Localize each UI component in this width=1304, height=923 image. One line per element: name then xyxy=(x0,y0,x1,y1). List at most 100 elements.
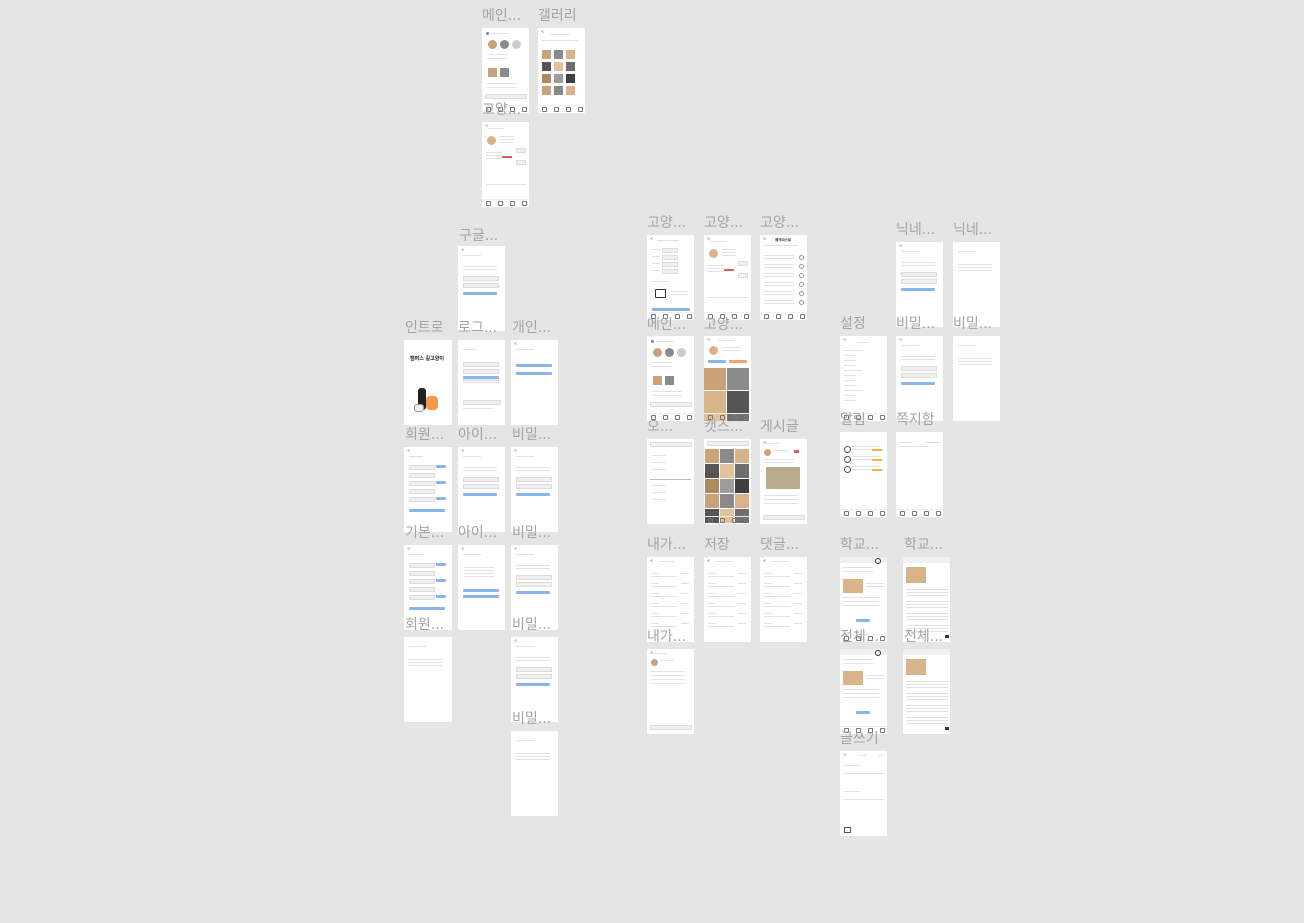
mobile-frame-intro[interactable]: 캠퍼스 길고양이 xyxy=(404,340,452,425)
user-icon[interactable] xyxy=(687,313,692,319)
search-input[interactable] xyxy=(707,441,749,446)
check-toggle[interactable] xyxy=(799,291,804,296)
mobile-frame-mylist[interactable]: < xyxy=(760,557,807,642)
mobile-frame-comment[interactable]: < xyxy=(647,649,694,734)
user-icon[interactable] xyxy=(936,510,941,516)
back-icon[interactable]: < xyxy=(407,547,410,551)
user-icon[interactable] xyxy=(880,635,885,641)
submit-button[interactable] xyxy=(463,376,499,379)
submit-button[interactable] xyxy=(436,563,446,566)
input-field[interactable] xyxy=(409,473,435,478)
mobile-frame-checklist[interactable]: < 체크리스트 xyxy=(760,235,807,320)
user-icon[interactable] xyxy=(522,200,527,206)
back-icon[interactable]: < xyxy=(407,449,410,453)
user-icon[interactable] xyxy=(744,313,749,319)
mobile-frame-catsgallery[interactable] xyxy=(704,439,751,524)
input-field[interactable] xyxy=(662,248,678,253)
submit-button[interactable] xyxy=(708,360,726,363)
mobile-frame-form[interactable]: < xyxy=(896,242,943,327)
mobile-frame-form[interactable]: < xyxy=(458,447,505,532)
home-icon[interactable] xyxy=(764,313,769,319)
heart-icon[interactable] xyxy=(502,156,512,158)
back-icon[interactable]: < xyxy=(899,338,902,342)
input-field[interactable] xyxy=(516,582,552,587)
bell-icon[interactable] xyxy=(566,106,571,112)
input-field[interactable] xyxy=(662,255,678,260)
mobile-frame-form[interactable]: < xyxy=(896,336,943,421)
cat-avatar[interactable] xyxy=(488,40,497,49)
bell-icon[interactable] xyxy=(732,517,737,523)
mobile-frame-signup[interactable]: < xyxy=(404,447,452,532)
home-icon[interactable] xyxy=(844,510,849,516)
mobile-frame-catdetail[interactable]: < xyxy=(704,336,751,421)
mobile-frame-main[interactable] xyxy=(482,28,529,113)
cat-photo[interactable] xyxy=(653,376,662,385)
mobile-frame-textonly[interactable] xyxy=(404,637,452,722)
gallery-icon[interactable] xyxy=(856,510,861,516)
input-field[interactable] xyxy=(662,269,678,274)
input-field[interactable] xyxy=(409,563,435,568)
cat-avatar[interactable] xyxy=(665,348,674,357)
back-icon[interactable]: < xyxy=(461,449,464,453)
bell-icon[interactable] xyxy=(510,200,515,206)
input-field[interactable] xyxy=(409,571,435,576)
gallery-icon[interactable] xyxy=(776,313,781,319)
search-input[interactable] xyxy=(650,442,692,447)
back-icon[interactable]: < xyxy=(461,547,464,551)
submit-button[interactable] xyxy=(516,591,550,594)
submit-button[interactable] xyxy=(516,683,550,686)
mobile-frame-textonly[interactable] xyxy=(511,731,558,816)
submit-button[interactable] xyxy=(463,292,497,295)
input-field[interactable] xyxy=(901,279,937,284)
submit-button[interactable] xyxy=(463,595,499,598)
mobile-frame-form[interactable]: < xyxy=(511,637,558,722)
cat-photo[interactable] xyxy=(705,479,719,493)
cat-photo[interactable] xyxy=(727,391,749,413)
user-icon[interactable] xyxy=(578,106,583,112)
input-field[interactable] xyxy=(409,465,435,470)
input-field[interactable] xyxy=(516,575,552,580)
input-field[interactable] xyxy=(463,484,499,489)
gallery-icon[interactable] xyxy=(554,106,559,112)
submit-button[interactable] xyxy=(463,589,499,592)
cat-photo[interactable] xyxy=(554,62,563,71)
heart-icon[interactable] xyxy=(724,269,734,271)
submit-button[interactable] xyxy=(436,481,446,484)
cat-photo[interactable] xyxy=(542,86,551,95)
bell-icon[interactable] xyxy=(868,510,873,516)
cat-photo[interactable] xyxy=(720,464,734,478)
back-icon[interactable]: < xyxy=(514,547,517,551)
submit-button[interactable] xyxy=(901,288,935,291)
input-field[interactable] xyxy=(662,262,678,267)
user-icon[interactable] xyxy=(880,510,885,516)
input-field[interactable] xyxy=(409,489,435,494)
mobile-frame-settings[interactable]: < xyxy=(840,336,887,421)
input-field[interactable] xyxy=(409,497,435,502)
submit-button[interactable] xyxy=(436,579,446,582)
back-icon[interactable]: < xyxy=(707,338,710,342)
mobile-frame-textonly[interactable] xyxy=(953,336,1000,421)
mobile-frame-catinfo[interactable]: < xyxy=(482,122,529,207)
mobile-frame-message[interactable] xyxy=(896,432,943,517)
cat-photo[interactable] xyxy=(566,50,575,59)
search-input[interactable] xyxy=(485,94,527,99)
user-icon[interactable] xyxy=(522,106,527,112)
submit-button[interactable] xyxy=(901,382,935,385)
user-icon[interactable] xyxy=(744,517,749,523)
bell-icon[interactable] xyxy=(868,414,873,420)
cat-photo[interactable] xyxy=(554,86,563,95)
mobile-frame-notify[interactable] xyxy=(840,432,887,517)
home-icon[interactable] xyxy=(542,106,547,112)
cat-photo[interactable] xyxy=(735,494,749,508)
search-input[interactable] xyxy=(650,402,692,407)
input-field[interactable] xyxy=(463,369,499,374)
cat-photo[interactable] xyxy=(720,494,734,508)
back-icon[interactable]: < xyxy=(514,449,517,453)
cat-photo[interactable] xyxy=(705,464,719,478)
cat-photo[interactable] xyxy=(720,479,734,493)
submit-button[interactable] xyxy=(516,372,552,375)
post-photo[interactable] xyxy=(906,567,926,583)
input-field[interactable] xyxy=(463,283,499,288)
cat-avatar[interactable] xyxy=(677,348,686,357)
post-photo[interactable] xyxy=(906,659,926,675)
